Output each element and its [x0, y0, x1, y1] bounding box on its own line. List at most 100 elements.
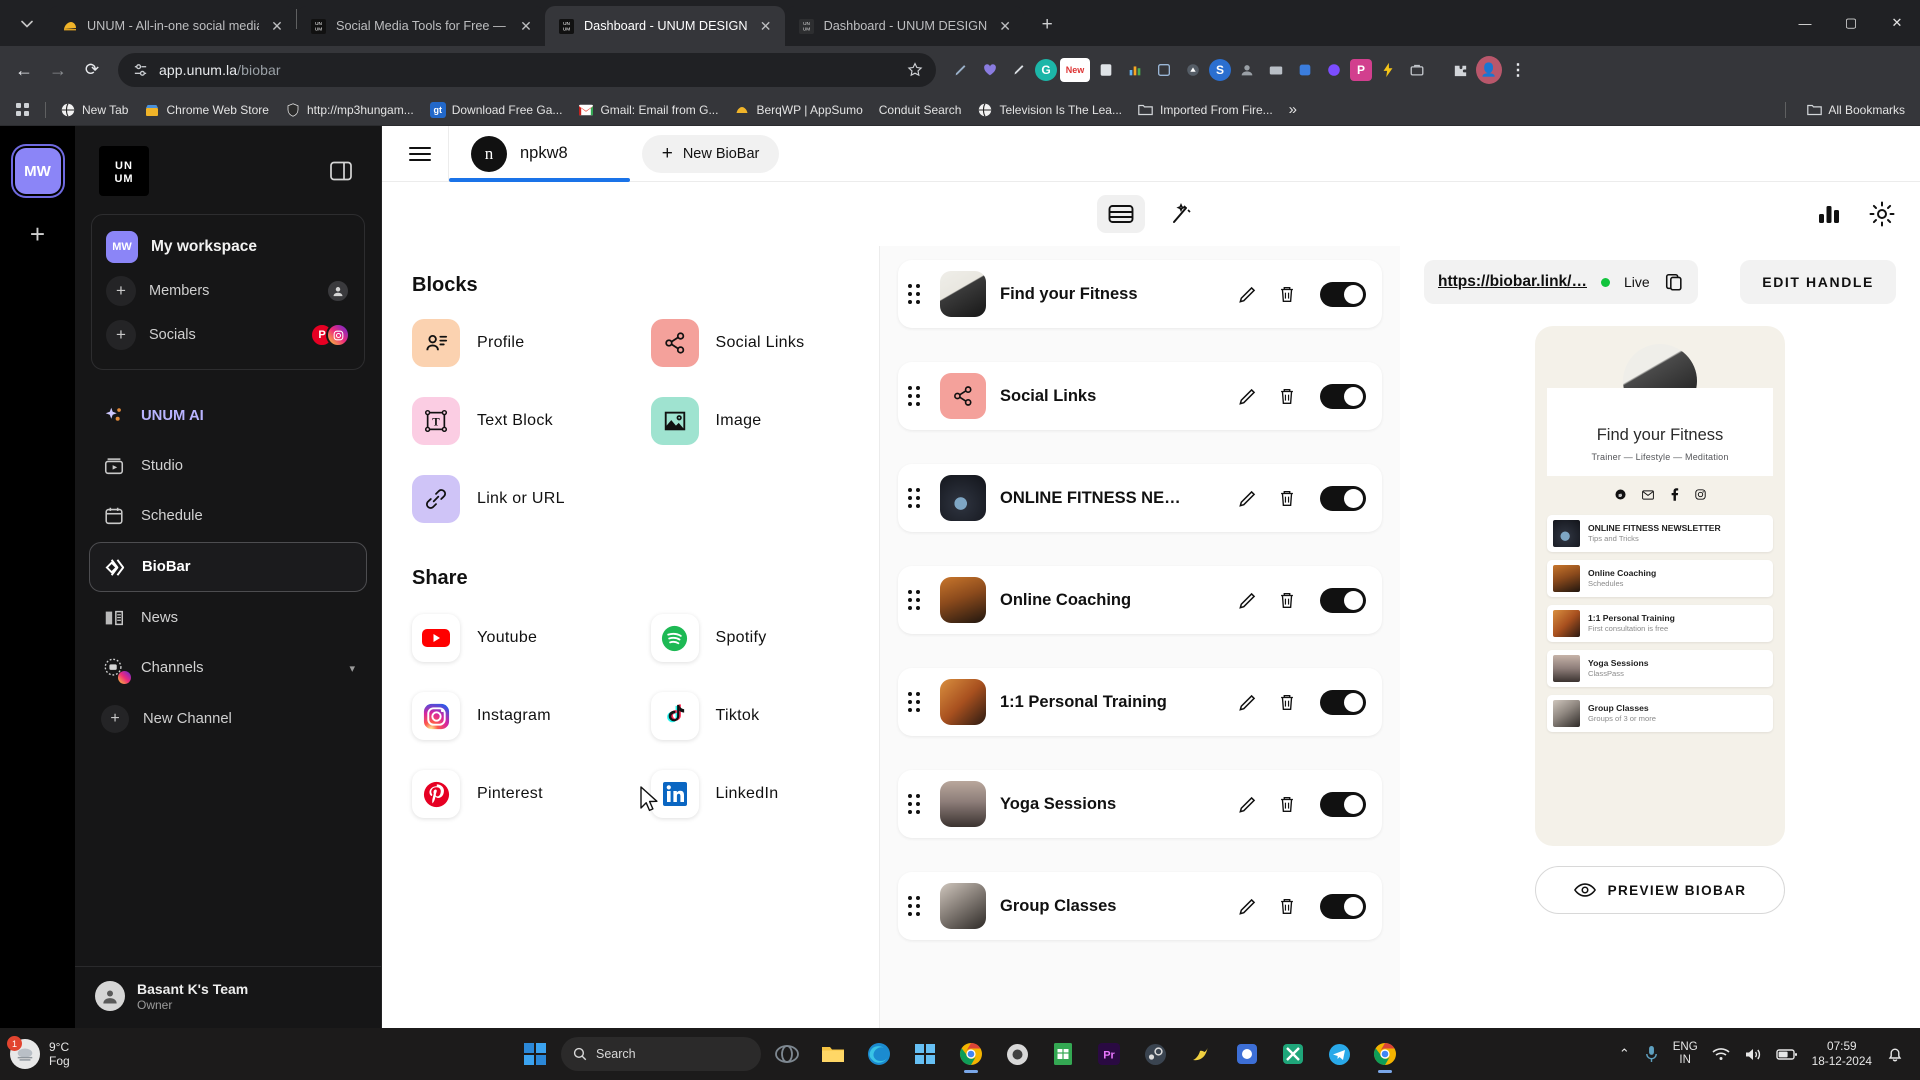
briefcase-icon[interactable] [1404, 57, 1430, 83]
wifi-icon[interactable] [1712, 1047, 1730, 1061]
trash-icon[interactable] [1274, 689, 1300, 715]
mic-icon[interactable] [1644, 1045, 1659, 1063]
item-enabled-toggle[interactable] [1320, 383, 1366, 409]
block-text-block[interactable]: T Text Block [412, 397, 641, 445]
block-social-links[interactable]: Social Links [650, 319, 880, 367]
sidebar-item-unum-ai[interactable]: UNUM AI [89, 392, 367, 440]
windows-start-icon[interactable] [515, 1034, 555, 1074]
copilot-icon[interactable] [767, 1034, 807, 1074]
pencil-icon[interactable] [1234, 791, 1260, 817]
item-enabled-toggle[interactable] [1320, 485, 1366, 511]
browser-tab-2[interactable]: UN UM Social Media Tools for Free — U ✕ [297, 6, 545, 46]
language-indicator[interactable]: ENG IN [1673, 1041, 1698, 1067]
user-ext-icon[interactable] [1234, 57, 1260, 83]
trash-icon[interactable] [1274, 383, 1300, 409]
analytics-ext-icon[interactable] [1122, 57, 1148, 83]
bookmark-mp3hungama[interactable]: http://mp3hungam... [278, 99, 421, 121]
share-linkedin[interactable]: LinkedIn [650, 770, 880, 818]
screenshot-icon[interactable] [1151, 57, 1177, 83]
facebook-icon[interactable] [1670, 488, 1679, 501]
plus-circle-icon[interactable]: + [106, 276, 136, 306]
block-link-or-url[interactable]: Link or URL [412, 475, 641, 523]
rail-workspace-avatar[interactable]: MW [14, 148, 61, 194]
s-icon[interactable]: S [1209, 59, 1231, 81]
drag-handle-icon[interactable] [908, 794, 926, 814]
browser-tab-4[interactable]: UN UM Dashboard - UNUM DESIGN ✕ [784, 6, 1025, 46]
list-item[interactable]: Group Classes [898, 872, 1382, 940]
block-image[interactable]: Image [650, 397, 880, 445]
grammarly-icon[interactable]: G [1035, 59, 1057, 81]
taskbar-search[interactable]: Search [561, 1037, 761, 1071]
preview-link-item[interactable]: Yoga Sessions ClassPass [1547, 650, 1773, 687]
list-item[interactable]: Yoga Sessions [898, 770, 1382, 838]
rail-add-workspace-button[interactable]: + [18, 214, 58, 254]
star-icon[interactable] [902, 57, 928, 83]
preview-biobar-button[interactable]: PREVIEW BIOBAR [1535, 866, 1785, 914]
bookmark-conduit-search[interactable]: Conduit Search [872, 100, 969, 120]
workspace-members-row[interactable]: + Members [102, 269, 354, 313]
list-item[interactable]: ONLINE FITNESS NE… [898, 464, 1382, 532]
sidebar-item-studio[interactable]: Studio [89, 442, 367, 490]
biobar-url-pill[interactable]: https://biobar.link/… Live [1424, 260, 1698, 304]
weather-widget[interactable]: 1 9°C Fog [7, 1036, 210, 1069]
file-explorer-icon[interactable] [813, 1034, 853, 1074]
share-tiktok[interactable]: Tiktok [650, 692, 880, 740]
obs-icon[interactable] [997, 1034, 1037, 1074]
telegram-icon[interactable] [1319, 1034, 1359, 1074]
new-biobar-button[interactable]: + New BioBar [641, 134, 780, 173]
app-icon[interactable] [1227, 1034, 1267, 1074]
bell-icon[interactable] [1886, 1045, 1904, 1063]
trash-icon[interactable] [1274, 281, 1300, 307]
browser-tab-1[interactable]: UNUM - All-in-one social media ✕ [48, 6, 296, 46]
sidebar-item-news[interactable]: News [89, 594, 367, 642]
preview-link-item[interactable]: ONLINE FITNESS NEWSLETTER Tips and Trick… [1547, 515, 1773, 552]
store-icon[interactable] [905, 1034, 945, 1074]
edge-icon[interactable] [859, 1034, 899, 1074]
browser-tab-3-active[interactable]: UN UM Dashboard - UNUM DESIGN ✕ [545, 6, 785, 46]
blue-square-icon[interactable] [1292, 57, 1318, 83]
item-enabled-toggle[interactable] [1320, 281, 1366, 307]
new-tab-button[interactable]: + [1032, 10, 1062, 40]
close-icon[interactable]: ✕ [517, 17, 535, 35]
plus-circle-icon[interactable]: + [106, 320, 136, 350]
bookmark-television[interactable]: Television Is The Lea... [970, 99, 1129, 121]
chrome-icon[interactable] [951, 1034, 991, 1074]
sheets-icon[interactable] [1043, 1034, 1083, 1074]
item-enabled-toggle[interactable] [1320, 893, 1366, 919]
tray-expand-icon[interactable]: ⌃ [1619, 1046, 1630, 1062]
list-item[interactable]: Online Coaching [898, 566, 1382, 634]
taskbar-clock[interactable]: 07:59 18-12-2024 [1812, 1039, 1872, 1068]
minimize-button[interactable]: — [1782, 6, 1828, 40]
copy-icon[interactable] [1664, 272, 1684, 292]
list-item[interactable]: 1:1 Personal Training [898, 668, 1382, 736]
bookmark-chrome-web-store[interactable]: Chrome Web Store [137, 99, 276, 121]
preview-link-item[interactable]: 1:1 Personal Training First consultation… [1547, 605, 1773, 642]
close-icon[interactable]: ✕ [757, 17, 775, 35]
pencil-icon[interactable] [1234, 689, 1260, 715]
trash-icon[interactable] [1274, 791, 1300, 817]
tune-icon[interactable] [132, 62, 149, 79]
item-enabled-toggle[interactable] [1320, 791, 1366, 817]
heart-icon[interactable] [977, 57, 1003, 83]
drag-handle-icon[interactable] [908, 488, 926, 508]
bookmark-berqwp[interactable]: BerqWP | AppSumo [727, 99, 869, 121]
chrome-alt-icon[interactable] [1365, 1034, 1405, 1074]
forward-icon[interactable]: → [42, 54, 74, 86]
preview-link-item[interactable]: Group Classes Groups of 3 or more [1547, 695, 1773, 732]
keyboard-icon[interactable] [1263, 57, 1289, 83]
bookmark-download-free-games[interactable]: gt Download Free Ga... [423, 99, 570, 121]
preview-link-item[interactable]: Online Coaching Schedules [1547, 560, 1773, 597]
list-item[interactable]: Social Links [898, 362, 1382, 430]
address-bar[interactable]: app.unum.la/biobar [118, 53, 936, 87]
close-window-button[interactable]: ✕ [1874, 6, 1920, 40]
all-bookmarks-button[interactable]: All Bookmarks [1799, 99, 1912, 121]
sidebar-item-schedule[interactable]: Schedule [89, 492, 367, 540]
trash-icon[interactable] [1274, 893, 1300, 919]
bookmark-gmail[interactable]: Gmail: Email from G... [571, 99, 725, 121]
battery-icon[interactable] [1775, 1048, 1798, 1061]
block-profile[interactable]: Profile [412, 319, 641, 367]
drag-handle-icon[interactable] [908, 284, 926, 304]
instagram-icon[interactable] [1694, 489, 1706, 500]
sidebar-account[interactable]: Basant K's Team Owner [75, 965, 381, 1029]
mail-icon[interactable] [1641, 489, 1654, 500]
